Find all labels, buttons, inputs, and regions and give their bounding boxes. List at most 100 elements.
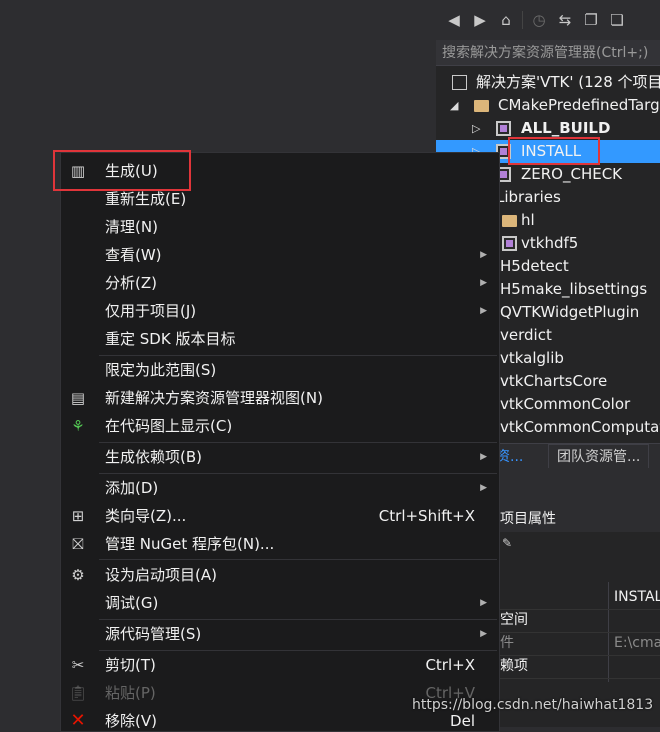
tree-item-label: vtkalglib <box>500 349 564 367</box>
tree-item-label: ZERO_CHECK <box>521 165 623 183</box>
tree-item-label: 解决方案'VTK' (128 个项目) <box>476 73 660 91</box>
menu-item-retarget-sdk[interactable]: 重定 SDK 版本目标 <box>61 325 499 353</box>
project-icon <box>496 121 511 136</box>
tree-item-label: vtkCommonColor <box>500 395 631 413</box>
tree-item-label: H5detect <box>500 257 569 275</box>
solution-search-input[interactable]: 搜索解决方案资源管理器(Ctrl+;) <box>436 40 660 66</box>
menu-item-project-only[interactable]: 仅用于项目(J) ▶ <box>61 297 499 325</box>
wrench-icon[interactable]: ✎ <box>502 536 512 550</box>
submenu-arrow-icon: ▶ <box>480 306 487 316</box>
remove-icon: ✕ <box>70 710 86 731</box>
code-map-icon: ⚘ <box>71 417 85 435</box>
menu-item-analyze[interactable]: 分析(Z) ▶ <box>61 269 499 297</box>
project-icon <box>502 236 517 251</box>
folder-icon <box>502 215 517 227</box>
collapse-all-icon[interactable]: ❐ <box>581 10 601 30</box>
menu-separator <box>99 559 497 560</box>
submenu-arrow-icon: ▶ <box>480 250 487 260</box>
tree-item-label: H5make_libsettings <box>500 280 648 298</box>
menu-item-class-wizard[interactable]: ⊞ 类向导(Z)... Ctrl+Shift+X <box>61 502 499 530</box>
menu-item-cut[interactable]: ✂ 剪切(T) Ctrl+X <box>61 651 499 679</box>
menu-item-label: 分析(Z) <box>105 274 157 292</box>
tab-team-explorer[interactable]: 团队资源管... <box>548 444 650 469</box>
nuget-icon: ⛝ <box>72 535 84 553</box>
menu-item-clean[interactable]: 清理(N) <box>61 213 499 241</box>
menu-item-show-on-code-map[interactable]: ⚘ 在代码图上显示(C) <box>61 412 499 440</box>
menu-item-view[interactable]: 查看(W) ▶ <box>61 241 499 269</box>
tree-item-label: CMakePredefinedTargets <box>498 96 660 114</box>
tree-item-label: vtkChartsCore <box>500 372 608 390</box>
menu-item-label: 调试(G) <box>105 594 159 612</box>
menu-item-shortcut: Ctrl+Shift+X <box>378 507 475 525</box>
menu-item-shortcut: Ctrl+X <box>425 656 475 674</box>
menu-item-label: 类向导(Z)... <box>105 507 187 525</box>
menu-item-label: 移除(V) <box>105 712 157 730</box>
menu-item-build-dependencies[interactable]: 生成依赖项(B) ▶ <box>61 443 499 471</box>
scissors-icon: ✂ <box>71 656 85 674</box>
context-menu: ▥ 生成(U) 重新生成(E) 清理(N) 查看(W) ▶ 分析(Z) ▶ 仅用… <box>60 152 500 732</box>
forward-icon[interactable]: ▶ <box>470 10 490 30</box>
back-icon[interactable]: ◀ <box>444 10 464 30</box>
property-value: E:\cmake <box>614 635 660 651</box>
submenu-arrow-icon: ▶ <box>480 452 487 462</box>
tree-item-label: QVTKWidgetPlugin <box>500 303 640 321</box>
solution-explorer-toolbar: ◀ ▶ ⌂ ◷ ⇆ ❐ ❏ <box>436 0 660 40</box>
submenu-arrow-icon: ▶ <box>480 598 487 608</box>
solution-icon <box>452 75 467 90</box>
expand-arrow-icon[interactable]: ◢ <box>450 94 458 117</box>
property-value: INSTALL <box>614 589 660 605</box>
tree-item-all-build[interactable]: ▷ ALL_BUILD <box>436 117 660 140</box>
tree-item-label: vtkCommonComputationalGeometry <box>500 418 660 436</box>
watermark-text: https://blog.csdn.net/haiwhat1813 <box>412 697 654 713</box>
property-key: 赖项 <box>500 658 528 674</box>
menu-item-label: 生成依赖项(B) <box>105 448 202 466</box>
menu-item-rebuild[interactable]: 重新生成(E) <box>61 185 499 213</box>
menu-item-build[interactable]: ▥ 生成(U) <box>61 157 499 185</box>
tree-item-cmake-targets[interactable]: ◢ CMakePredefinedTargets <box>436 94 660 117</box>
menu-item-label: 清理(N) <box>105 218 158 236</box>
menu-item-label: 重新生成(E) <box>105 190 187 208</box>
paste-icon: 📋︎ <box>68 684 88 702</box>
menu-item-source-control[interactable]: 源代码管理(S) ▶ <box>61 620 499 648</box>
toolbar-separator <box>522 11 523 29</box>
menu-item-label: 源代码管理(S) <box>105 625 202 643</box>
tab-solution-explorer[interactable]: 资... <box>496 446 523 466</box>
menu-item-label: 重定 SDK 版本目标 <box>105 330 236 348</box>
menu-item-debug[interactable]: 调试(G) ▶ <box>61 589 499 617</box>
show-all-files-icon[interactable]: ❏ <box>607 10 627 30</box>
menu-item-label: 设为启动项目(A) <box>105 566 217 584</box>
menu-item-label: 限定为此范围(S) <box>105 361 217 379</box>
submenu-arrow-icon: ▶ <box>480 629 487 639</box>
menu-item-manage-nuget[interactable]: ⛝ 管理 NuGet 程序包(N)... <box>61 530 499 558</box>
gear-icon: ⚙ <box>71 566 85 584</box>
tree-item-label: vtkhdf5 <box>521 234 579 252</box>
tree-item-label: INSTALL <box>521 142 582 160</box>
menu-item-set-startup[interactable]: ⚙ 设为启动项目(A) <box>61 561 499 589</box>
tree-item-solution[interactable]: 解决方案'VTK' (128 个项目) <box>436 71 660 94</box>
tree-item-label: ALL_BUILD <box>521 119 611 137</box>
menu-item-new-explorer-view[interactable]: ▤ 新建解决方案资源管理器视图(N) <box>61 384 499 412</box>
menu-item-label: 新建解决方案资源管理器视图(N) <box>105 389 323 407</box>
menu-item-label: 剪切(T) <box>105 656 156 674</box>
property-key: 空间 <box>500 612 528 628</box>
home-icon[interactable]: ⌂ <box>496 10 516 30</box>
menu-item-label: 添加(D) <box>105 479 159 497</box>
collapse-arrow-icon[interactable]: ▷ <box>472 117 480 140</box>
build-icon: ▥ <box>70 162 86 180</box>
menu-item-label: 粘贴(P) <box>105 684 156 702</box>
property-key: 件 <box>500 635 514 651</box>
menu-item-label: 管理 NuGet 程序包(N)... <box>105 535 275 553</box>
pending-changes-icon[interactable]: ◷ <box>529 10 549 30</box>
tree-item-label: Libraries <box>496 188 561 206</box>
submenu-arrow-icon: ▶ <box>480 483 487 493</box>
menu-item-label: 在代码图上显示(C) <box>105 417 233 435</box>
menu-item-label: 仅用于项目(J) <box>105 302 197 320</box>
submenu-arrow-icon: ▶ <box>480 278 487 288</box>
new-view-icon: ▤ <box>70 389 86 407</box>
menu-item-scope-to-this[interactable]: 限定为此范围(S) <box>61 356 499 384</box>
class-wizard-icon: ⊞ <box>71 507 85 525</box>
menu-item-add[interactable]: 添加(D) ▶ <box>61 474 499 502</box>
tree-item-label: hl <box>521 211 535 229</box>
sync-icon[interactable]: ⇆ <box>555 10 575 30</box>
menu-item-label: 查看(W) <box>105 246 162 264</box>
